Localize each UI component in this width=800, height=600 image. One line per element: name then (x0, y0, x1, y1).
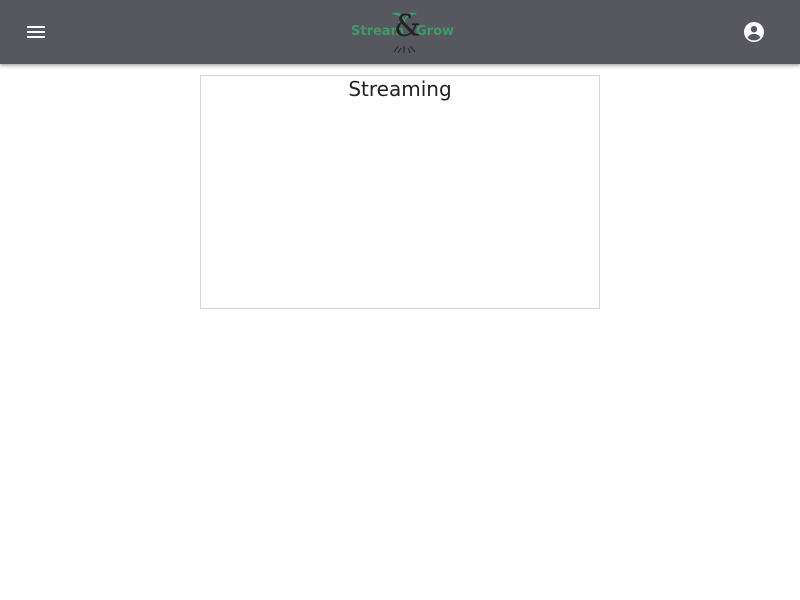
app-bar: Stream & Grow (0, 0, 800, 64)
card-title: Streaming (348, 77, 452, 101)
account-button[interactable] (734, 12, 774, 52)
menu-icon (27, 26, 45, 38)
menu-button[interactable] (16, 12, 56, 52)
streaming-card: Streaming (200, 75, 600, 309)
account-circle-icon (744, 22, 764, 42)
brand-logo[interactable]: Stream & Grow (348, 8, 455, 54)
logo-text-grow: Grow (416, 24, 455, 39)
